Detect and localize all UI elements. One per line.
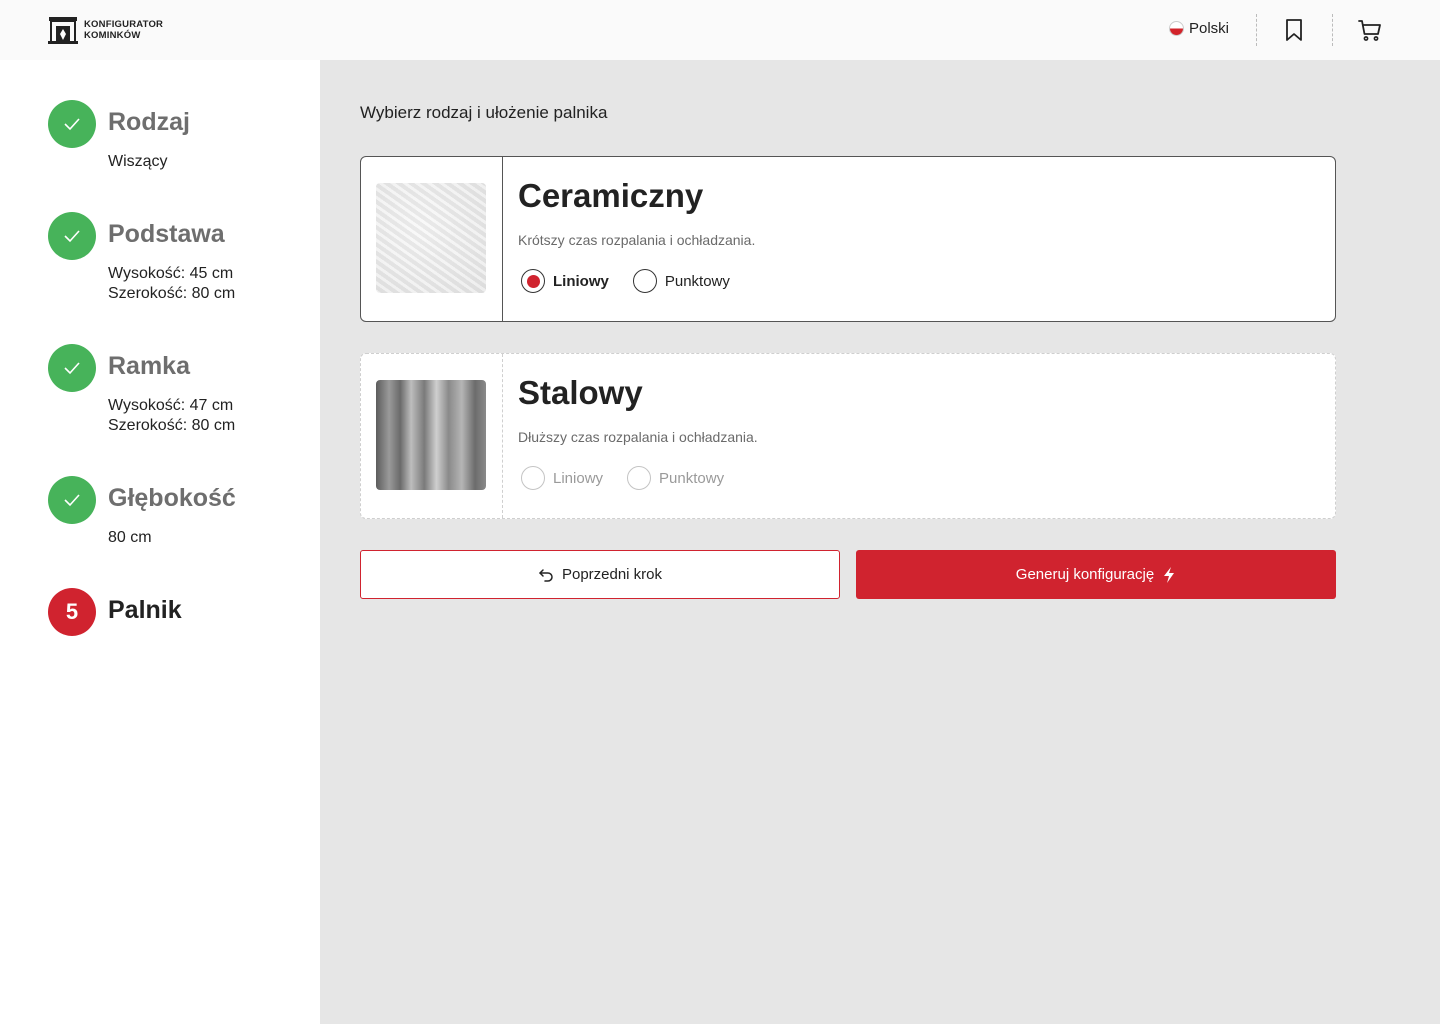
- logo-line-1: KONFIGURATOR: [84, 19, 164, 30]
- option-label: Liniowy: [553, 469, 604, 487]
- step-detail: 80 cm: [108, 529, 152, 546]
- steps-sidebar: Rodzaj Wiszący Podstawa Wysokość: 45 cm …: [0, 60, 320, 1024]
- step-title: Głębokość: [108, 484, 236, 512]
- step-title: Ramka: [108, 352, 190, 380]
- bookmark-icon: [1286, 19, 1302, 41]
- cart-button[interactable]: [1358, 18, 1382, 47]
- option-label: Punktowy: [664, 272, 730, 290]
- cart-icon: [1358, 20, 1381, 41]
- page-title: Wybierz rodzaj i ułożenie palnika: [360, 103, 608, 122]
- card-title: Stalowy: [518, 374, 643, 411]
- card-title: Ceramiczny: [518, 177, 704, 214]
- header-divider: [1256, 14, 1257, 46]
- steel-burner-image: [376, 380, 486, 490]
- radio-button[interactable]: [632, 269, 657, 293]
- previous-step-label: Poprzedni krok: [561, 566, 663, 583]
- card-description: Dłuższy czas rozpalania i ochładzania.: [518, 429, 758, 445]
- header-divider: [1332, 14, 1333, 46]
- step-done-badge: [48, 212, 96, 260]
- poland-flag-icon: [1169, 21, 1184, 36]
- bookmark-button[interactable]: [1284, 18, 1304, 47]
- option-liniowy[interactable]: Liniowy: [521, 269, 609, 293]
- checkmark-icon: [64, 230, 80, 243]
- step-detail: Wiszący: [108, 153, 168, 170]
- option-liniowy[interactable]: Liniowy: [521, 466, 603, 490]
- step-detail: Wysokość: 45 cm: [108, 265, 234, 282]
- step-detail: Wysokość: 47 cm: [108, 397, 234, 414]
- option-punktowy[interactable]: Punktowy: [632, 269, 730, 293]
- step-done-badge: [48, 100, 96, 148]
- checkmark-icon: [64, 494, 80, 507]
- step-title: Palnik: [108, 596, 182, 624]
- app-header: KONFIGURATOR KOMINKÓW Polski: [0, 0, 1440, 60]
- generate-label: Generuj konfigurację: [1015, 566, 1155, 583]
- burner-card-ceramiczny[interactable]: Ceramiczny Krótszy czas rozpalania i och…: [360, 156, 1336, 322]
- radio-button[interactable]: [521, 269, 545, 293]
- checkmark-icon: [64, 362, 80, 375]
- radio-button[interactable]: [521, 466, 545, 490]
- radio-button[interactable]: [627, 466, 652, 490]
- option-label: Liniowy: [553, 272, 609, 290]
- option-label: Punktowy: [659, 469, 725, 487]
- step-title: Rodzaj: [108, 108, 190, 136]
- undo-arrow-icon: [539, 568, 553, 582]
- fireplace-logo-icon: [48, 17, 78, 44]
- language-label: Polski: [1189, 20, 1230, 37]
- language-selector[interactable]: Polski: [1169, 20, 1229, 37]
- logo-line-2: KOMINKÓW: [84, 30, 141, 41]
- step-done-badge: [48, 344, 96, 392]
- step-title: Podstawa: [108, 220, 225, 248]
- previous-step-button[interactable]: Poprzedni krok: [360, 550, 840, 599]
- burner-card-stalowy[interactable]: Stalowy Dłuższy czas rozpalania i ochład…: [360, 353, 1336, 519]
- checkmark-icon: [64, 118, 80, 131]
- ceramic-burner-image: [376, 183, 486, 293]
- step-detail: Szerokość: 80 cm: [108, 285, 236, 302]
- step-done-badge: [48, 476, 96, 524]
- lightning-icon: [1164, 566, 1175, 583]
- card-description: Krótszy czas rozpalania i ochładzania.: [518, 232, 756, 248]
- step-detail: Szerokość: 80 cm: [108, 417, 236, 434]
- main-content: Wybierz rodzaj i ułożenie palnika Cerami…: [320, 60, 1440, 1024]
- step-number-badge: 5: [48, 588, 96, 636]
- option-punktowy[interactable]: Punktowy: [627, 466, 724, 490]
- layout-options: Liniowy Punktowy: [521, 466, 748, 490]
- generate-configuration-button[interactable]: Generuj konfigurację: [856, 550, 1336, 599]
- logo[interactable]: KONFIGURATOR KOMINKÓW: [48, 16, 163, 44]
- layout-options: Liniowy Punktowy: [521, 269, 754, 293]
